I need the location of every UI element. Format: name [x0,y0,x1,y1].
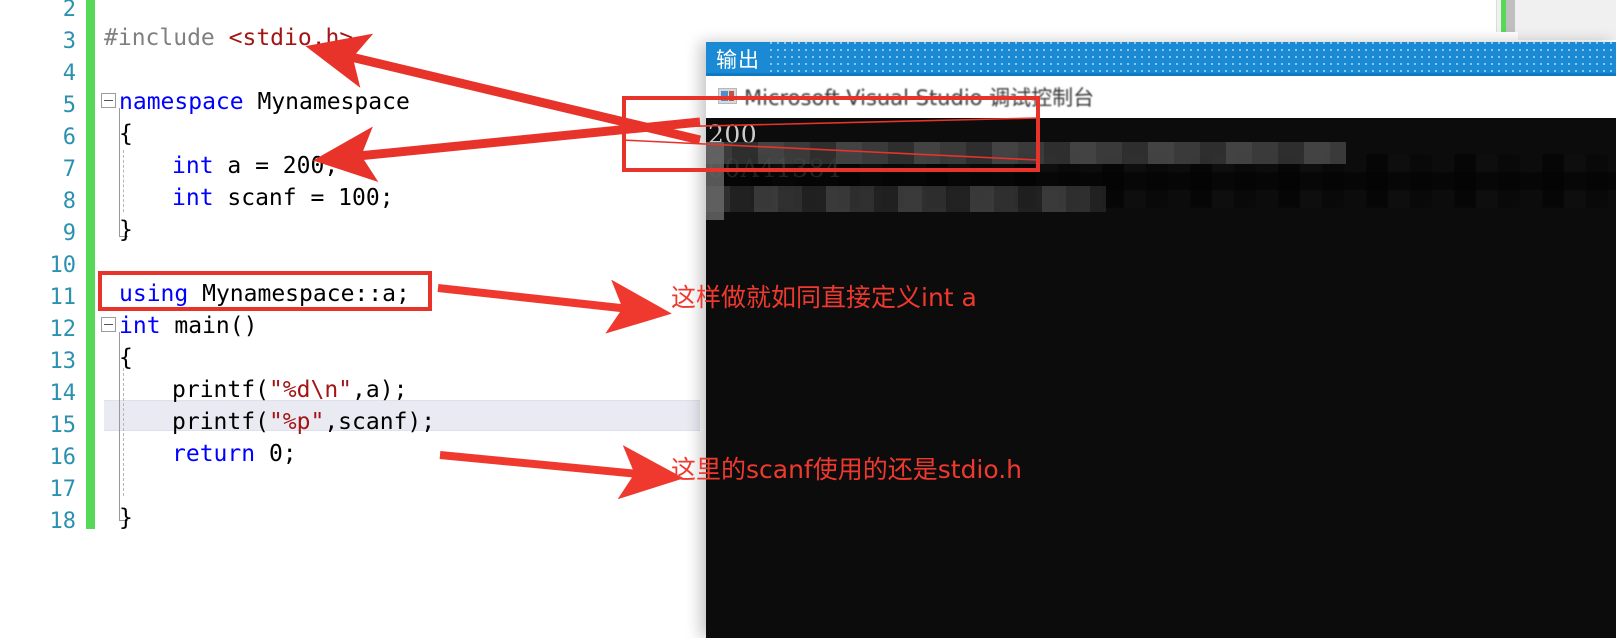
output-console-window[interactable]: 输出 Microsoft Visual Studio 调试控制台 200 00A… [706,42,1616,638]
console-title-bar[interactable]: 输出 [706,42,1616,73]
editor-right-margin [1518,0,1616,40]
line-number: 7 [62,157,76,182]
code-token-function: main() [160,313,258,339]
code-token-keyword: using [119,281,189,307]
line-number: 12 [49,317,77,342]
console-header-label: Microsoft Visual Studio 调试控制台 [744,86,1095,110]
code-line-9[interactable]: } [119,214,133,246]
code-token-brace: } [119,505,133,531]
console-output-area[interactable]: 200 00A41384 [706,118,1616,638]
code-line-3[interactable]: #include <stdio.h> [104,22,353,54]
collapse-toggle-main[interactable] [101,317,116,332]
line-number: 14 [49,381,77,406]
code-token-call: printf( [172,377,269,403]
code-line-6[interactable]: { [119,118,133,150]
code-token-keyword: return [172,441,256,467]
code-token-preprocessor: #include [104,25,229,51]
line-number: 17 [49,477,77,502]
indent-guide [123,368,124,496]
code-token-header: <stdio.h> [228,25,354,51]
censored-region-edge [706,142,724,220]
code-token-call: printf( [172,409,269,435]
code-token-identifier: Mynamespace [243,89,410,115]
console-header-strip: Microsoft Visual Studio 调试控制台 [706,76,1616,118]
indent-guide [123,150,124,212]
code-token-qualified-name: Mynamespace::a; [188,281,410,307]
code-token-string: "%p" [268,409,325,435]
line-number: 16 [49,445,77,470]
code-line-15[interactable]: printf("%p",scanf); [172,406,435,438]
code-line-7[interactable]: int a = 200; [172,150,338,182]
code-line-8[interactable]: int scanf = 100; [172,182,394,214]
line-number: 6 [62,125,76,150]
code-token-keyword: int [172,185,214,211]
code-token-brace: { [119,345,133,371]
line-number: 10 [49,253,77,278]
line-number: 18 [49,509,77,534]
censored-region [706,186,1106,212]
line-number: 13 [49,349,77,374]
code-line-5[interactable]: namespace Mynamespace [119,86,410,118]
code-token-keyword: namespace [119,89,244,115]
collapse-toggle-namespace[interactable] [101,93,116,108]
line-number: 4 [62,61,76,86]
code-line-14[interactable]: printf("%d\n",a); [172,374,407,406]
change-tracking-bar [86,0,95,529]
code-line-18[interactable]: } [119,502,133,534]
line-number: 9 [62,221,76,246]
code-line-13[interactable]: { [119,342,133,374]
censored-region [706,142,1346,164]
editor-scrollbar[interactable] [1496,0,1519,32]
code-token-value: 0; [255,441,297,467]
code-token-brace: { [119,121,133,147]
line-number: 3 [62,29,76,54]
code-token-brace: } [119,217,133,243]
code-token-decl: scanf = 100; [213,185,394,211]
line-number: 2 [62,0,76,22]
scrollbar-change-marker [1501,0,1506,32]
line-number: 15 [49,413,77,438]
line-number: 5 [62,93,76,118]
code-token-keyword: int [172,153,214,179]
code-token-string: "%d\n" [268,377,353,403]
console-app-icon [718,88,737,104]
line-number-gutter: 2 3 4 5 6 7 8 9 10 11 12 13 14 15 16 17 … [0,0,86,638]
console-title-label: 输出 [716,48,760,72]
code-token-keyword: int [119,313,161,339]
code-line-12[interactable]: int main() [119,310,257,342]
line-number: 11 [49,285,77,310]
code-line-16[interactable]: return 0; [172,438,297,470]
code-token-decl: a = 200; [213,153,339,179]
code-token-args: ,scanf); [324,409,436,435]
code-token-args: ,a); [352,377,408,403]
line-number: 8 [62,189,76,214]
code-line-11[interactable]: using Mynamespace::a; [119,278,410,310]
